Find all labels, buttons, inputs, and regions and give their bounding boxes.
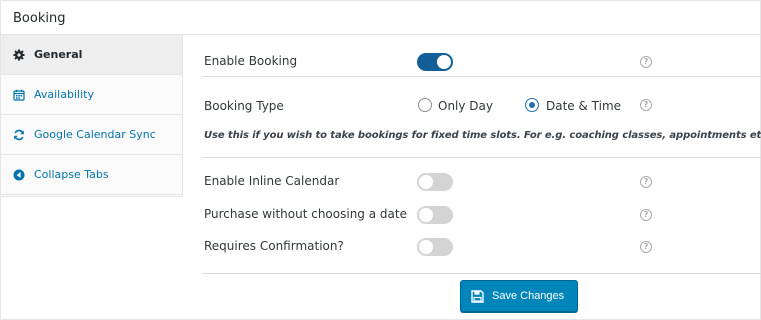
- toggle-knob: [419, 208, 433, 222]
- toggle-knob: [419, 175, 433, 189]
- calendar-icon: [12, 88, 25, 101]
- settings-tabs: General Availability Google Calendar Syn…: [1, 35, 183, 197]
- collapse-arrow-icon: [12, 168, 25, 181]
- toggle-knob: [437, 55, 451, 69]
- floppy-disk-icon: [471, 290, 484, 303]
- help-icon[interactable]: ?: [640, 176, 652, 188]
- requires-confirmation-label: Requires Confirmation?: [204, 239, 344, 253]
- purchase-without-date-toggle[interactable]: [417, 206, 453, 224]
- divider: [202, 76, 761, 77]
- help-icon[interactable]: ?: [640, 209, 652, 221]
- tab-collapse-tabs[interactable]: Collapse Tabs: [1, 155, 182, 195]
- sync-icon: [12, 128, 25, 141]
- panel-title: Booking: [13, 11, 66, 26]
- general-settings: Enable Booking ? Booking Type Only Day D…: [183, 35, 761, 320]
- tab-label: Collapse Tabs: [34, 168, 109, 181]
- tab-google-calendar-sync[interactable]: Google Calendar Sync: [1, 115, 182, 155]
- toggle-knob: [419, 240, 433, 254]
- only-day-label[interactable]: Only Day: [438, 99, 493, 113]
- requires-confirmation-toggle[interactable]: [417, 238, 453, 256]
- help-icon[interactable]: ?: [640, 241, 652, 253]
- inline-calendar-toggle[interactable]: [417, 173, 453, 191]
- enable-booking-label: Enable Booking: [204, 54, 298, 68]
- tab-general[interactable]: General: [1, 35, 182, 75]
- tab-label: Google Calendar Sync: [34, 128, 156, 141]
- date-time-radio[interactable]: [525, 98, 539, 112]
- purchase-without-date-label: Purchase without choosing a date: [204, 207, 407, 221]
- enable-booking-toggle[interactable]: [417, 53, 453, 71]
- gear-icon: [12, 48, 25, 61]
- help-icon[interactable]: ?: [640, 56, 652, 68]
- save-button-label: Save Changes: [492, 290, 565, 302]
- booking-panel: Booking General Availability Google Cale…: [0, 0, 761, 320]
- save-changes-button[interactable]: Save Changes: [460, 280, 578, 312]
- tab-availability[interactable]: Availability: [1, 75, 182, 115]
- booking-type-label: Booking Type: [204, 99, 284, 113]
- tab-label: General: [34, 48, 83, 61]
- panel-header: Booking: [1, 1, 760, 35]
- date-time-label[interactable]: Date & Time: [546, 99, 621, 113]
- divider: [202, 273, 761, 274]
- help-icon[interactable]: ?: [640, 99, 652, 111]
- tab-label: Availability: [34, 88, 94, 101]
- only-day-radio[interactable]: [418, 98, 432, 112]
- inline-calendar-label: Enable Inline Calendar: [204, 174, 340, 188]
- booking-type-note: Use this if you wish to take bookings fo…: [204, 130, 761, 141]
- divider: [202, 157, 761, 158]
